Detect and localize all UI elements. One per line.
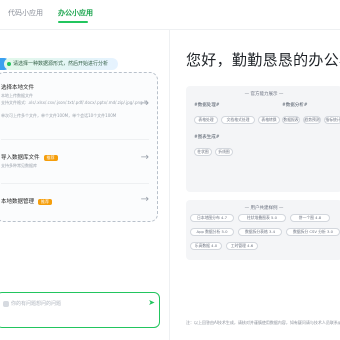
capability-chip[interactable]: 折线图: [215, 148, 233, 156]
assistant-prompt-bubble: 请选择一种数据源形式，然后开始进行分析: [4, 58, 118, 70]
example-chip[interactable]: 数据拆分表格 3.4: [238, 228, 282, 236]
divider: [1, 183, 149, 184]
right-panel: 您好，勤勤恳恳的办公小 — 官方能力展示 — #数据处理# 表格处理 文档格式处…: [170, 30, 340, 340]
example-chip[interactable]: 柱状堆叠图表 5.0: [238, 214, 286, 222]
option-import-database[interactable]: 导入数据库文件 推荐 支持多种常见数据库 →: [0, 153, 157, 177]
ai-disclaimer: 注：以上回答由AI技术生成，请核对并谨慎使用数据内容，如有疑问请与技术人员联系或…: [186, 320, 340, 325]
example-chip[interactable]: 乐高数据 4.0: [190, 242, 222, 250]
active-tab-indicator: [58, 21, 88, 23]
attachment-icon[interactable]: [3, 301, 9, 307]
capability-chip[interactable]: 指标统计: [324, 116, 340, 124]
app-tab-bar: 代码小应用 办公小应用: [0, 0, 340, 30]
option-title: 导入数据库文件 推荐: [1, 153, 58, 161]
option-local-data-manage[interactable]: 本地数据管理 推荐 →: [0, 194, 157, 211]
user-examples-card: — 用户共建样例 — 日本地图分布 4.7 柱状堆叠图表 5.0 饼一个图 4.…: [186, 200, 340, 260]
capability-chip[interactable]: 表格处理: [194, 116, 218, 124]
arrow-right-icon: →: [140, 194, 149, 205]
capability-chip[interactable]: 数据报表: [282, 116, 300, 124]
option-local-file[interactable]: 选择本地文件 本地上传数据文件 支持文件格式: .xls/.xlsx/.csv/…: [0, 83, 157, 131]
card-header: — 用户共建样例 —: [244, 206, 284, 211]
option-title: 本地数据管理 推荐: [1, 197, 53, 205]
example-chip[interactable]: 工时管理 4.6: [226, 242, 258, 250]
section-label-chart-generation: #图表生成#: [194, 135, 220, 140]
divider: [1, 139, 149, 140]
send-icon[interactable]: ➤: [148, 299, 155, 307]
capability-chip[interactable]: 趋势预测: [303, 116, 321, 124]
data-source-options: 选择本地文件 本地上传数据文件 支持文件格式: .xls/.xlsx/.csv/…: [0, 72, 158, 222]
assistant-message: 请选择一种数据源形式，然后开始进行分析: [0, 58, 170, 72]
option-desc: 本地上传数据文件: [1, 93, 33, 98]
tab-office-apps[interactable]: 办公小应用: [58, 8, 93, 18]
arrow-right-icon: →: [140, 152, 149, 163]
chat-input-placeholder: 你的有问题想问的问题: [11, 301, 62, 307]
section-label-data-analysis: #数据分析#: [282, 103, 308, 108]
example-chip[interactable]: 日本地图分布 4.7: [190, 214, 234, 222]
recommend-badge: 推荐: [38, 198, 53, 205]
tab-code-apps[interactable]: 代码小应用: [8, 8, 43, 18]
arrow-right-icon: →: [140, 98, 149, 109]
section-label-data-processing: #数据处理#: [194, 103, 220, 108]
capability-chip[interactable]: 柱状图: [194, 148, 212, 156]
option-limits: 单次可上传多个文件，单个文件100M，单个会话10个文件100M: [1, 113, 117, 118]
option-formats: 支持文件格式: .xls/.xlsx/.csv/.json/.txt/.pdf/…: [1, 100, 147, 105]
left-panel: 请选择一种数据源形式，然后开始进行分析 选择本地文件 本地上传数据文件 支持文件…: [0, 30, 170, 340]
option-title: 选择本地文件: [1, 85, 35, 91]
example-chip[interactable]: App 数据分析 5.0: [190, 228, 234, 236]
card-header: — 官方能力展示 —: [244, 92, 284, 97]
capability-chip[interactable]: 文档格式处理: [221, 116, 255, 124]
official-capabilities-card: — 官方能力展示 — #数据处理# 表格处理 文档格式处理 表格转换 #数据分析…: [186, 86, 340, 192]
chat-input-box[interactable]: 你的有问题想问的问题 ➤: [0, 292, 160, 328]
example-chip[interactable]: 饼一个图 4.8: [290, 214, 330, 222]
greeting-title: 您好，勤勤恳恳的办公小: [186, 51, 340, 69]
option-desc: 支持多种常见数据库: [1, 163, 37, 168]
capability-chip[interactable]: 表格转换: [258, 116, 280, 124]
recommend-badge: 推荐: [43, 154, 58, 161]
example-chip[interactable]: 数据拆分 CSV 分析 3.0: [286, 228, 340, 236]
